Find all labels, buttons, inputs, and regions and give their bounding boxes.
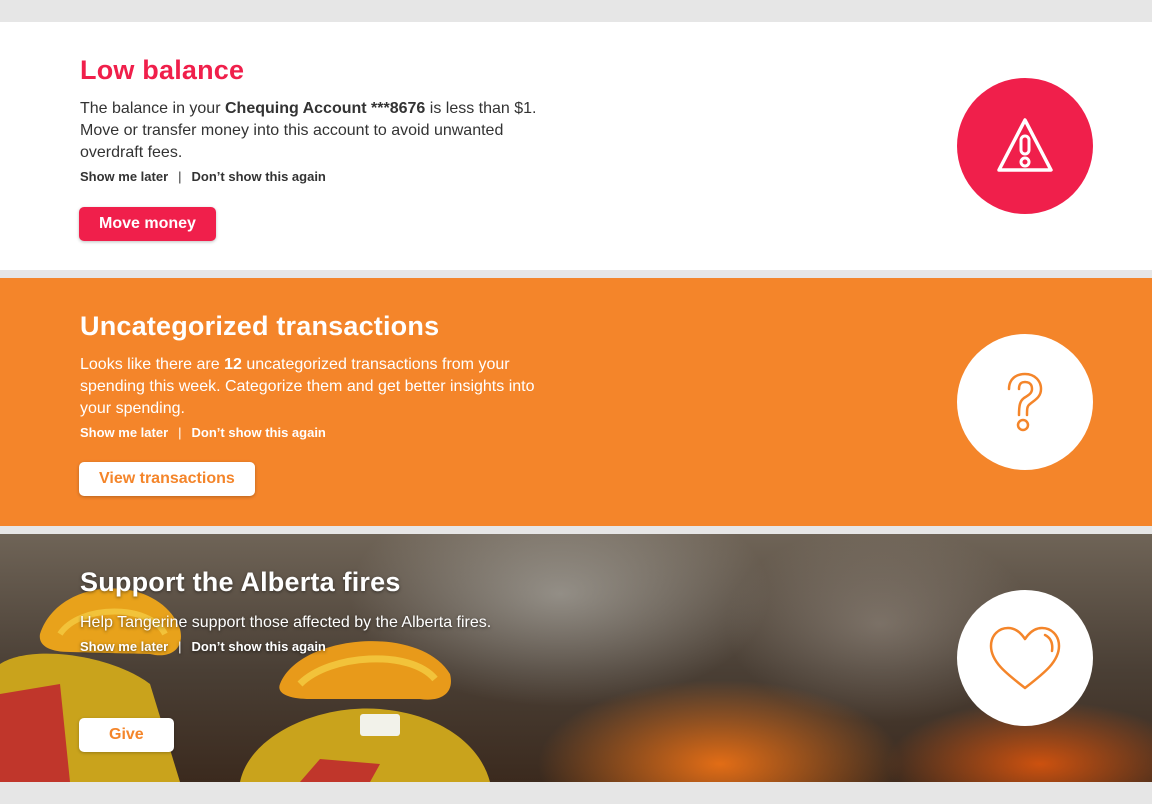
low-balance-content: Low balance The balance in your Chequing… [80, 52, 550, 186]
warning-triangle-icon [997, 118, 1053, 172]
uncategorized-description: Looks like there are 12 uncategorized tr… [80, 354, 550, 420]
show-me-later-link[interactable]: Show me later [80, 169, 168, 184]
uncategorized-count: 12 [224, 356, 242, 373]
dont-show-again-link[interactable]: Don’t show this again [192, 425, 326, 440]
dont-show-again-link[interactable]: Don’t show this again [192, 169, 326, 184]
heart-icon [989, 626, 1061, 690]
warning-badge [957, 78, 1093, 214]
low-balance-text-before: The balance in your [80, 100, 225, 117]
dont-show-again-link[interactable]: Don’t show this again [192, 639, 326, 654]
alberta-fires-content: Support the Alberta fires Help Tangerine… [80, 564, 550, 656]
uncategorized-text-before: Looks like there are [80, 356, 225, 373]
show-me-later-link[interactable]: Show me later [80, 425, 168, 440]
show-me-later-link[interactable]: Show me later [80, 639, 168, 654]
question-badge [957, 334, 1093, 470]
uncategorized-title: Uncategorized transactions [80, 311, 440, 341]
low-balance-card: Low balance The balance in your Chequing… [0, 22, 1152, 270]
give-button[interactable]: Give [79, 718, 174, 752]
alberta-fires-links: Show me later | Don’t show this again [80, 638, 550, 656]
low-balance-links: Show me later | Don’t show this again [80, 168, 550, 186]
alberta-fires-description: Help Tangerine support those affected by… [80, 614, 492, 631]
account-name: Chequing Account ***8676 [224, 100, 426, 117]
link-separator: | [178, 425, 182, 440]
view-transactions-button[interactable]: View transactions [79, 462, 255, 496]
alberta-fires-title: Support the Alberta fires [80, 567, 401, 597]
move-money-button[interactable]: Move money [79, 207, 216, 241]
alberta-fires-card: Support the Alberta fires Help Tangerine… [0, 534, 1152, 782]
low-balance-title: Low balance [80, 55, 245, 85]
question-mark-icon [1007, 372, 1043, 432]
uncategorized-card: Uncategorized transactions Looks like th… [0, 278, 1152, 526]
link-separator: | [178, 639, 182, 654]
uncategorized-links: Show me later | Don’t show this again [80, 424, 550, 442]
uncategorized-content: Uncategorized transactions Looks like th… [80, 308, 550, 442]
link-separator: | [178, 169, 182, 184]
heart-badge [957, 590, 1093, 726]
low-balance-description: The balance in your Chequing Account ***… [80, 98, 550, 164]
